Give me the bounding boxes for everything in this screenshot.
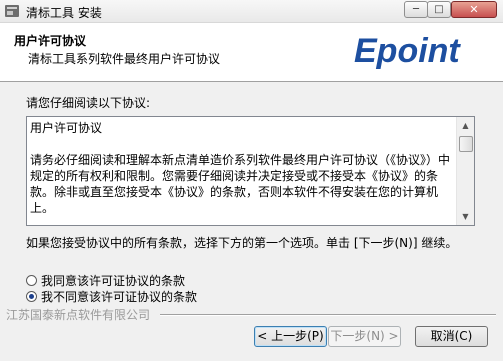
scroll-down-icon[interactable]: ▼ [457, 208, 474, 225]
back-button[interactable]: < 上一步(P) [254, 326, 327, 347]
agree-label[interactable]: 我同意该许可证协议的条款 [41, 272, 185, 289]
next-button[interactable]: 下一步(N) > [328, 326, 401, 347]
disagree-label[interactable]: 我不同意该许可证协议的条款 [41, 288, 197, 305]
company-branding: 江苏国泰新点软件有限公司 [6, 308, 151, 322]
eula-scrollbar[interactable]: ▲ ▼ [456, 117, 474, 225]
accept-instruction: 如果您接受协议中的所有条款，选择下方的第一个选项。单击 [下一步(N)] 继续。 [26, 236, 458, 250]
read-prompt: 请您仔细阅读以下协议: [26, 96, 151, 110]
close-button[interactable]: ✕ [451, 1, 497, 18]
page-title: 用户许可协议 [14, 34, 87, 48]
disagree-option[interactable]: 我不同意该许可证协议的条款 [26, 288, 197, 304]
footer-divider [160, 314, 496, 316]
wizard-header: 用户许可协议 清标工具系列软件最终用户许可协议 Epoint [0, 23, 503, 82]
minimize-button[interactable]: ─ [404, 1, 428, 18]
disagree-radio[interactable] [26, 290, 37, 302]
epoint-logo: Epoint [354, 32, 461, 69]
agree-option[interactable]: 我同意该许可证协议的条款 [26, 272, 185, 288]
scroll-thumb[interactable] [459, 136, 473, 152]
scroll-up-icon[interactable]: ▲ [457, 117, 474, 134]
cancel-button[interactable]: 取消(C) [415, 326, 488, 347]
installer-app-icon [5, 5, 19, 17]
eula-text: 用户许可协议 请务必仔细阅读和理解本新点清单造价系列软件最终用户许可协议（《协议… [30, 121, 451, 215]
logo-text: Epoint [354, 32, 461, 69]
title-bar: 清标工具 安装 ─ □ ✕ [0, 0, 503, 23]
agree-radio[interactable] [26, 274, 37, 286]
page-subtitle: 清标工具系列软件最终用户许可协议 [28, 52, 221, 66]
window-title: 清标工具 安装 [26, 6, 102, 20]
maximize-button[interactable]: □ [427, 1, 451, 18]
eula-textbox[interactable]: 用户许可协议 请务必仔细阅读和理解本新点清单造价系列软件最终用户许可协议（《协议… [26, 116, 475, 226]
